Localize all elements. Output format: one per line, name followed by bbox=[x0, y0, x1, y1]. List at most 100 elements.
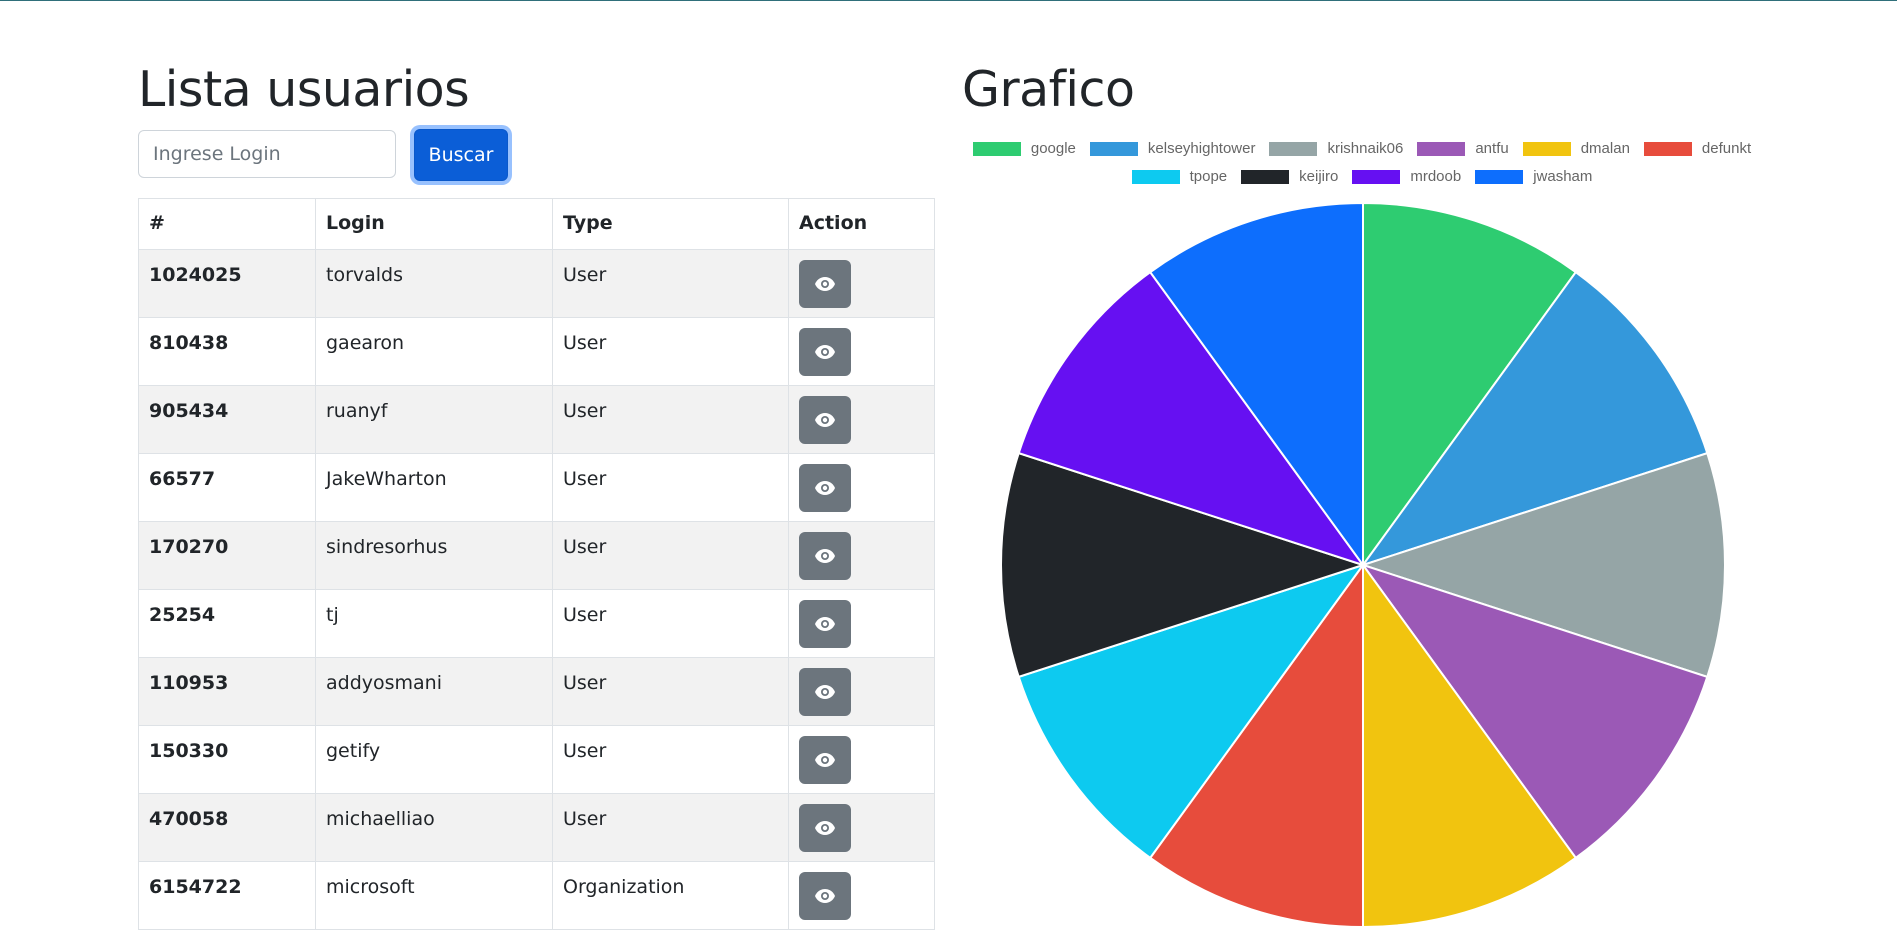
view-user-button[interactable] bbox=[799, 872, 851, 920]
cell-login: addyosmani bbox=[315, 657, 553, 726]
legend-item[interactable]: krishnaik06 bbox=[1269, 140, 1403, 157]
view-user-button[interactable] bbox=[799, 804, 851, 852]
legend-swatch bbox=[1475, 169, 1524, 184]
legend-swatch bbox=[1089, 141, 1138, 156]
cell-action bbox=[788, 589, 935, 658]
table-row: 110953 addyosmani User bbox=[138, 657, 935, 726]
login-search-input[interactable] bbox=[138, 130, 396, 178]
cell-id: 1024025 bbox=[138, 249, 316, 318]
eye-icon bbox=[814, 548, 836, 564]
legend-label: keijiro bbox=[1299, 168, 1339, 185]
col-header-type: Type bbox=[552, 198, 789, 250]
legend-swatch bbox=[1417, 141, 1466, 156]
cell-action bbox=[788, 453, 935, 522]
legend-item[interactable]: tpope bbox=[1131, 168, 1228, 185]
cell-action bbox=[788, 793, 935, 862]
col-header-login: Login bbox=[315, 198, 553, 250]
view-user-button[interactable] bbox=[799, 736, 851, 784]
users-panel: Lista usuarios Buscar # Login Type Actio… bbox=[138, 60, 935, 930]
cell-action bbox=[788, 249, 935, 318]
legend-item[interactable]: dmalan bbox=[1522, 140, 1630, 157]
cell-id: 905434 bbox=[138, 385, 316, 454]
legend-item[interactable]: defunkt bbox=[1643, 140, 1751, 157]
chart-panel: Grafico google kelseyhightower krishnaik06… bbox=[962, 60, 1762, 929]
cell-action bbox=[788, 725, 935, 794]
legend-swatch bbox=[1522, 141, 1571, 156]
cell-type: Organization bbox=[552, 861, 789, 930]
eye-icon bbox=[814, 480, 836, 496]
legend-label: kelseyhightower bbox=[1147, 140, 1256, 157]
legend-label: tpope bbox=[1189, 168, 1228, 185]
legend-swatch bbox=[1269, 141, 1318, 156]
legend-swatch bbox=[972, 141, 1021, 156]
cell-login: sindresorhus bbox=[315, 521, 553, 590]
cell-type: User bbox=[552, 317, 789, 386]
top-border bbox=[0, 0, 1897, 1]
cell-type: User bbox=[552, 589, 789, 658]
legend-row: google kelseyhightower krishnaik06 antfu dma… bbox=[962, 140, 1762, 157]
eye-icon bbox=[814, 820, 836, 836]
cell-login: microsoft bbox=[315, 861, 553, 930]
cell-type: User bbox=[552, 249, 789, 318]
table-row: 170270 sindresorhus User bbox=[138, 521, 935, 590]
table-row: 810438 gaearon User bbox=[138, 317, 935, 386]
legend-item[interactable]: google bbox=[972, 140, 1076, 157]
cell-id: 810438 bbox=[138, 317, 316, 386]
table-row: 25254 tj User bbox=[138, 589, 935, 658]
cell-type: User bbox=[552, 657, 789, 726]
eye-icon bbox=[814, 752, 836, 768]
legend-label: krishnaik06 bbox=[1327, 140, 1404, 157]
legend-row: tpope keijiro mrdoob jwasham bbox=[962, 168, 1762, 185]
cell-login: JakeWharton bbox=[315, 453, 553, 522]
legend-swatch bbox=[1131, 169, 1180, 184]
legend-item[interactable]: jwasham bbox=[1475, 168, 1592, 185]
cell-id: 170270 bbox=[138, 521, 316, 590]
view-user-button[interactable] bbox=[799, 396, 851, 444]
eye-icon bbox=[814, 888, 836, 904]
view-user-button[interactable] bbox=[799, 668, 851, 716]
view-user-button[interactable] bbox=[799, 260, 851, 308]
legend-label: jwasham bbox=[1533, 168, 1593, 185]
cell-type: User bbox=[552, 453, 789, 522]
eye-icon bbox=[814, 616, 836, 632]
cell-id: 66577 bbox=[138, 453, 316, 522]
cell-type: User bbox=[552, 793, 789, 862]
users-table: # Login Type Action 1024025 torvalds User 8… bbox=[138, 198, 935, 930]
eye-icon bbox=[814, 344, 836, 360]
legend-swatch bbox=[1643, 141, 1692, 156]
table-row: 1024025 torvalds User bbox=[138, 249, 935, 318]
col-header-id: # bbox=[138, 198, 316, 250]
view-user-button[interactable] bbox=[799, 532, 851, 580]
legend-item[interactable]: kelseyhightower bbox=[1089, 140, 1256, 157]
view-user-button[interactable] bbox=[799, 464, 851, 512]
eye-icon bbox=[814, 412, 836, 428]
legend-label: dmalan bbox=[1580, 140, 1630, 157]
legend-swatch bbox=[1352, 169, 1401, 184]
legend-item[interactable]: keijiro bbox=[1241, 168, 1338, 185]
view-user-button[interactable] bbox=[799, 600, 851, 648]
cell-login: gaearon bbox=[315, 317, 553, 386]
col-header-action: Action bbox=[788, 198, 935, 250]
view-user-button[interactable] bbox=[799, 328, 851, 376]
eye-icon bbox=[814, 684, 836, 700]
legend-item[interactable]: antfu bbox=[1417, 140, 1509, 157]
chart-title: Grafico bbox=[962, 61, 1135, 118]
table-row: 6154722 microsoft Organization bbox=[138, 861, 935, 930]
table-row: 66577 JakeWharton User bbox=[138, 453, 935, 522]
cell-login: getify bbox=[315, 725, 553, 794]
cell-id: 470058 bbox=[138, 793, 316, 862]
table-row: 150330 getify User bbox=[138, 725, 935, 794]
cell-id: 110953 bbox=[138, 657, 316, 726]
cell-login: ruanyf bbox=[315, 385, 553, 454]
cell-type: User bbox=[552, 725, 789, 794]
cell-id: 6154722 bbox=[138, 861, 316, 930]
search-button[interactable]: Buscar bbox=[414, 129, 508, 181]
search-bar: Buscar bbox=[138, 129, 934, 181]
cell-login: michaelliao bbox=[315, 793, 553, 862]
legend-item[interactable]: mrdoob bbox=[1352, 168, 1461, 185]
cell-action bbox=[788, 385, 935, 454]
legend-label: antfu bbox=[1475, 140, 1509, 157]
cell-type: User bbox=[552, 521, 789, 590]
legend-label: google bbox=[1030, 140, 1076, 157]
legend-swatch bbox=[1241, 169, 1290, 184]
